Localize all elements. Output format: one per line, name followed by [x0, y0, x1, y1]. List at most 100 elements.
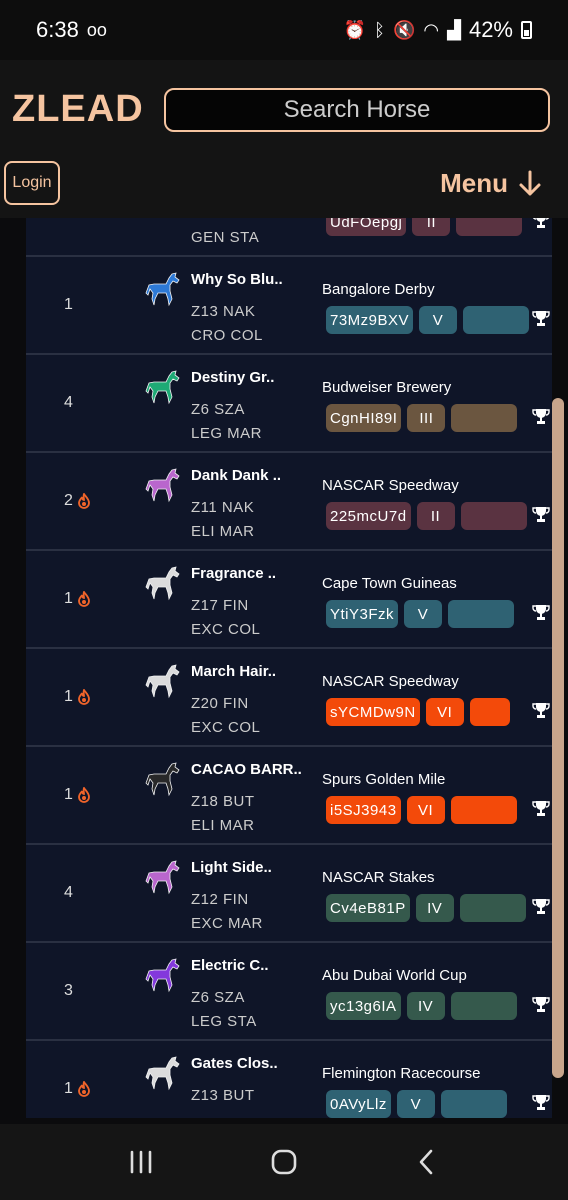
horse-name[interactable]: Why So Blu..: [191, 271, 283, 288]
fire-icon: [78, 787, 90, 803]
horse-avatar-icon: [145, 958, 180, 993]
horse-type: EXC COL: [191, 621, 261, 638]
horse-row[interactable]: 1 March Hair.. Z20 FIN EXC COL NASCAR Speedw…: [26, 649, 552, 747]
race-id-badge: UdFOepgj: [326, 218, 407, 236]
recent-apps-icon[interactable]: [126, 1147, 156, 1177]
horse-type: ELI MAR: [191, 817, 255, 834]
race-id-badge: Cv4eB81P: [326, 894, 410, 922]
scrollbar[interactable]: [552, 398, 564, 1078]
horse-zone: Z4 SZA: [191, 218, 245, 222]
horse-row[interactable]: 1 Fragrance .. Z17 FIN EXC COL Cape Town Gui…: [26, 551, 552, 649]
horse-row[interactable]: 1 Gates Clos.. Z13 BUT Flemington Racecours…: [26, 1041, 552, 1118]
race-id-badge: sYCMDw9N: [326, 698, 420, 726]
race-name: NASCAR Stakes: [322, 869, 435, 886]
race-name: Cape Town Guineas: [322, 575, 457, 592]
menu-button[interactable]: Menu: [440, 168, 542, 199]
trophy-icon[interactable]: [532, 1093, 550, 1111]
back-icon[interactable]: [412, 1147, 442, 1177]
app-header: ZLEAD Login Menu: [0, 60, 568, 218]
horse-name[interactable]: Fragrance ..: [191, 565, 276, 582]
race-class-badge: VI: [406, 796, 445, 824]
race-name: Budweiser Brewery: [322, 379, 452, 396]
mute-icon: 🔇: [392, 19, 416, 40]
horse-name[interactable]: Electric C..: [191, 957, 269, 974]
horse-zone: Z13 NAK: [191, 303, 256, 320]
rank-cell: 2: [64, 453, 91, 549]
rank-cell: 1: [64, 551, 91, 647]
arrow-down-icon: [519, 170, 541, 195]
race-class-badge: IV: [406, 992, 445, 1020]
login-button[interactable]: Login: [4, 161, 60, 205]
horse-type: LEG STA: [191, 1013, 257, 1030]
battery-percent: 42%: [468, 17, 513, 42]
race-class-badge: V: [419, 306, 458, 334]
trophy-icon[interactable]: [532, 701, 550, 719]
horse-type: CRO COL: [191, 327, 263, 344]
horse-name[interactable]: Dank Dank ..: [191, 467, 281, 484]
horse-name[interactable]: Destiny Gr..: [191, 369, 274, 386]
horse-list-rows: 5 Z4 SZA GEN STA NASCAR Stakes UdFOepgj II 1 Wh…: [26, 218, 552, 1118]
race-class-badge: III: [407, 404, 446, 432]
race-color-badge: [448, 600, 515, 628]
horse-type: GEN STA: [191, 229, 260, 246]
horse-zone: Z20 FIN: [191, 695, 249, 712]
trophy-icon[interactable]: [532, 799, 550, 817]
horse-type: ELI MAR: [191, 523, 255, 540]
race-tags: sYCMDw9N VI: [326, 697, 510, 727]
horse-row[interactable]: 2 Dank Dank .. Z11 NAK ELI MAR NASCAR Speedw…: [26, 453, 552, 551]
horse-row[interactable]: 1 Why So Blu.. Z13 NAK CRO COL Bangalore Der…: [26, 257, 552, 355]
trophy-icon[interactable]: [532, 309, 550, 327]
horse-type: LEG MAR: [191, 425, 263, 442]
app-logo[interactable]: ZLEAD: [12, 88, 144, 131]
search-input[interactable]: [166, 96, 548, 124]
rank-value: 1: [64, 688, 73, 705]
horse-type: EXC MAR: [191, 915, 263, 932]
race-name: Flemington Racecourse: [322, 1065, 481, 1082]
horse-avatar-icon: [145, 370, 180, 405]
rank-cell: 1: [64, 1041, 91, 1118]
horse-row[interactable]: 4 Destiny Gr.. Z6 SZA LEG MAR Budweiser Brew…: [26, 355, 552, 453]
race-class-badge: II: [416, 502, 455, 530]
horse-zone: Z17 FIN: [191, 597, 249, 614]
horse-name[interactable]: Light Side..: [191, 859, 272, 876]
system-nav-bar: [0, 1124, 568, 1200]
home-icon[interactable]: [269, 1147, 299, 1177]
race-color-badge: [469, 698, 510, 726]
race-name: NASCAR Speedway: [322, 673, 459, 690]
rank-value: 4: [64, 394, 73, 411]
horse-zone: Z12 FIN: [191, 891, 249, 908]
race-tags: YtiY3Fzk V: [326, 599, 515, 629]
race-name: Spurs Golden Mile: [322, 771, 446, 788]
trophy-icon[interactable]: [532, 407, 550, 425]
trophy-icon[interactable]: [532, 218, 550, 229]
horse-row[interactable]: 3 Electric C.. Z6 SZA LEG STA Abu Dubai Worl…: [26, 943, 552, 1041]
fire-icon: [78, 493, 90, 509]
race-color-badge: [463, 306, 530, 334]
search-box[interactable]: [164, 88, 550, 132]
horse-row[interactable]: 1 CACAO BARR.. Z18 BUT ELI MAR Spurs Golden …: [26, 747, 552, 845]
rank-value: 1: [64, 590, 73, 607]
trophy-icon[interactable]: [532, 897, 550, 915]
horse-avatar-icon: [145, 860, 180, 895]
horse-avatar-icon: [145, 566, 180, 601]
horse-list[interactable]: 5 Z4 SZA GEN STA NASCAR Stakes UdFOepgj II 1 Wh…: [26, 218, 552, 1118]
trophy-icon[interactable]: [532, 603, 550, 621]
race-id-badge: yc13g6IA: [326, 992, 401, 1020]
horse-name[interactable]: March Hair..: [191, 663, 276, 680]
horse-avatar-icon: [145, 762, 180, 797]
race-class-badge: V: [396, 1090, 435, 1118]
trophy-icon[interactable]: [532, 505, 550, 523]
signal-icon: ▟: [447, 19, 461, 40]
horse-name[interactable]: Gates Clos..: [191, 1055, 278, 1072]
race-id-badge: YtiY3Fzk: [326, 600, 399, 628]
rank-value: 1: [64, 1080, 73, 1097]
trophy-icon[interactable]: [532, 995, 550, 1013]
horse-row[interactable]: 4 Light Side.. Z12 FIN EXC MAR NASCAR Stakes…: [26, 845, 552, 943]
horse-row[interactable]: 5Z4 SZAGEN STANASCAR StakesUdFOepgjII: [26, 218, 552, 257]
race-id-badge: 0AVyLlz: [326, 1090, 391, 1118]
status-time: 6:38: [36, 17, 79, 42]
horse-zone: Z11 NAK: [191, 499, 255, 516]
race-id-badge: CgnHI89I: [326, 404, 402, 432]
race-color-badge: [450, 992, 517, 1020]
horse-name[interactable]: CACAO BARR..: [191, 761, 302, 778]
